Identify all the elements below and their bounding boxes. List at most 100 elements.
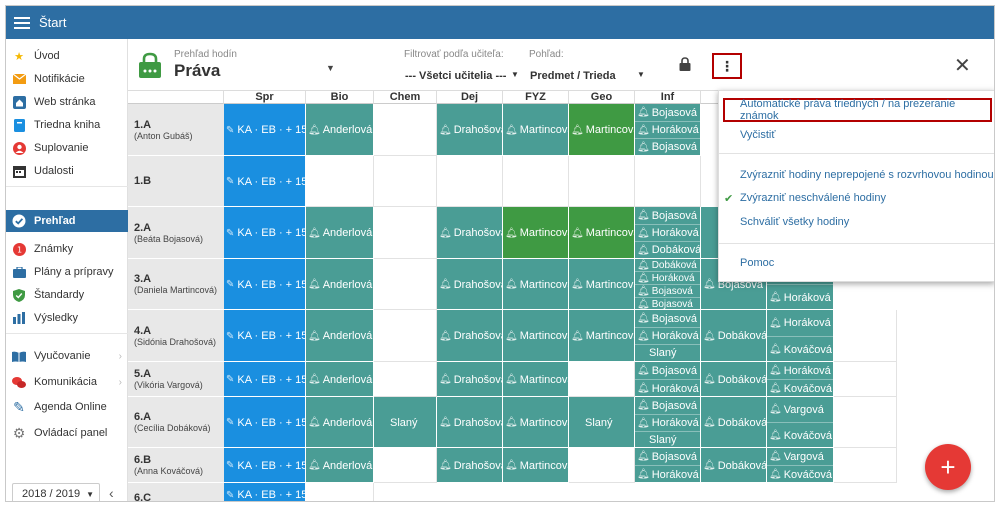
lesson-cell[interactable]: 🔔︎ Anderlová: [306, 362, 374, 397]
lesson-cell[interactable]: ✎ KA · EB · + 15: [224, 483, 306, 501]
lesson-cell[interactable]: 🔔︎ Anderlová: [306, 104, 374, 156]
close-icon[interactable]: ✕: [954, 53, 971, 78]
lesson-cell[interactable]: [374, 448, 437, 483]
lesson-cell[interactable]: [834, 397, 897, 448]
caret-down-icon[interactable]: ▼: [511, 70, 519, 79]
lesson-cell[interactable]: 🔔︎ Anderlová: [306, 310, 374, 362]
lesson-cell[interactable]: 🔔︎ Dobáková: [701, 397, 767, 448]
sidebar-item-agenda-online[interactable]: ✎ Agenda Online: [6, 396, 128, 418]
menu-icon[interactable]: [14, 16, 30, 29]
more-options-button[interactable]: ⋮: [712, 53, 742, 79]
lesson-cell[interactable]: 🔔︎ Martincová: [503, 104, 569, 156]
lesson-cell[interactable]: [834, 310, 897, 362]
sidebar-item-suplovanie[interactable]: Suplovanie: [6, 137, 128, 159]
lesson-cell[interactable]: 🔔︎ Bojasová 🔔︎ Horáková Slaný: [635, 310, 701, 362]
lesson-cell[interactable]: 🔔︎ Horáková 🔔︎ Kováčová: [767, 362, 834, 397]
menu-item-highlight-unlinked[interactable]: Zvýrazniť hodiny neprepojené s rozvrhovo…: [719, 165, 994, 185]
lesson-cell[interactable]: [635, 156, 701, 207]
lesson-cell[interactable]: 🔔︎ Martincová: [569, 104, 635, 156]
lock-icon[interactable]: [679, 57, 691, 71]
lesson-cell[interactable]: Slaný: [374, 397, 437, 448]
year-select[interactable]: 2018 / 2019 ▼: [12, 483, 100, 501]
sidebar-item-znamky[interactable]: 1 Známky: [6, 238, 128, 260]
lesson-cell[interactable]: [569, 448, 635, 483]
menu-item-highlight-unapproved[interactable]: ✔ Zvýrazniť neschválené hodiny: [719, 188, 994, 208]
lesson-cell[interactable]: 🔔︎ Drahošová: [437, 448, 503, 483]
lesson-cell[interactable]: 🔔︎ Martincová: [503, 448, 569, 483]
caret-down-icon[interactable]: ▼: [326, 63, 335, 73]
add-button[interactable]: +: [925, 444, 971, 490]
lesson-cell[interactable]: 🔔︎ Dobáková: [701, 310, 767, 362]
sidebar-item-prehlad[interactable]: Prehľad: [6, 210, 128, 232]
lesson-cell[interactable]: [834, 448, 897, 483]
lesson-cell[interactable]: [374, 104, 437, 156]
lesson-cell[interactable]: 🔔︎ Anderlová: [306, 207, 374, 259]
lesson-cell[interactable]: 🔔︎ Martincová: [503, 310, 569, 362]
lesson-cell[interactable]: [834, 362, 897, 397]
lesson-cell[interactable]: ✎ KA · EB · + 15: [224, 362, 306, 397]
lesson-cell[interactable]: 🔔︎ Martincová: [569, 207, 635, 259]
lesson-cell[interactable]: [374, 362, 437, 397]
lesson-cell[interactable]: ✎ KA · EB · + 15: [224, 448, 306, 483]
lesson-cell[interactable]: [374, 207, 437, 259]
sidebar-item-udalosti[interactable]: Udalosti: [6, 160, 128, 182]
lesson-cell[interactable]: 🔔︎ Anderlová: [306, 448, 374, 483]
menu-item-help[interactable]: Pomoc: [719, 253, 994, 273]
sidebar-item-plany[interactable]: Plány a prípravy: [6, 261, 128, 283]
lesson-cell[interactable]: ✎ KA · EB · + 15: [224, 397, 306, 448]
lesson-cell[interactable]: [437, 156, 503, 207]
lesson-cell[interactable]: [503, 156, 569, 207]
lesson-cell[interactable]: [569, 362, 635, 397]
lesson-cell[interactable]: 🔔︎ Drahošová: [437, 362, 503, 397]
lesson-cell[interactable]: 🔔︎ Anderlová: [306, 397, 374, 448]
lesson-cell[interactable]: [374, 259, 437, 310]
menu-item-approve-all[interactable]: Schváliť všetky hodiny: [719, 212, 994, 232]
lesson-cell[interactable]: 🔔︎ Vargová 🔔︎ Kováčová: [767, 397, 834, 448]
sidebar-item-komunikacia[interactable]: Komunikácia ›: [6, 371, 128, 393]
lesson-cell[interactable]: 🔔︎ Bojasová 🔔︎ Horáková Slaný: [635, 397, 701, 448]
lesson-cell[interactable]: 🔔︎ Drahošová: [437, 397, 503, 448]
menu-item-clear[interactable]: Vyčistiť: [719, 125, 994, 145]
sidebar-item-vyucovanie[interactable]: Vyučovanie ›: [6, 345, 128, 367]
lesson-cell[interactable]: [569, 156, 635, 207]
lesson-cell[interactable]: 🔔︎ Dobáková 🔔︎ Horáková 🔔︎ Bojasová 🔔︎ Bojas…: [635, 259, 701, 310]
menu-item-auto-rights[interactable]: Automatické práva triednych / na prezera…: [723, 98, 992, 122]
lesson-cell[interactable]: 🔔︎ Martincová: [503, 259, 569, 310]
lesson-cell[interactable]: 🔔︎ Drahošová: [437, 104, 503, 156]
lesson-cell[interactable]: 🔔︎ Martincová: [503, 397, 569, 448]
lesson-cell[interactable]: 🔔︎ Anderlová: [306, 259, 374, 310]
lesson-cell[interactable]: 🔔︎ Dobáková: [701, 362, 767, 397]
lesson-cell[interactable]: 🔔︎ Horáková 🔔︎ Kováčová: [767, 310, 834, 362]
collapse-sidebar-icon[interactable]: ‹: [109, 485, 114, 501]
sidebar-item-vysledky[interactable]: Výsledky: [6, 307, 128, 329]
lesson-cell[interactable]: 🔔︎ Bojasová 🔔︎ Horáková 🔔︎ Dobáková: [635, 207, 701, 259]
lesson-cell[interactable]: ✎ KA · EB · + 15: [224, 156, 306, 207]
lesson-cell[interactable]: 🔔︎ Drahošová: [437, 259, 503, 310]
sidebar-item-triedna-kniha[interactable]: Triedna kniha: [6, 114, 128, 136]
lesson-cell[interactable]: 🔔︎ Bojasová 🔔︎ Horáková: [635, 448, 701, 483]
lesson-cell[interactable]: 🔔︎ Vargová 🔔︎ Kováčová: [767, 448, 834, 483]
lesson-cell[interactable]: [306, 156, 374, 207]
sidebar-item-uvod[interactable]: ★ Úvod: [6, 45, 128, 67]
lesson-cell[interactable]: [306, 483, 374, 501]
lesson-cell[interactable]: 🔔︎ Bojasová 🔔︎ Horáková 🔔︎ Bojasová: [635, 104, 701, 156]
caret-down-icon[interactable]: ▼: [637, 70, 645, 79]
lesson-cell[interactable]: ✎ KA · EB · + 15: [224, 207, 306, 259]
lesson-cell[interactable]: 🔔︎ Dobáková: [701, 448, 767, 483]
lesson-cell[interactable]: ✎ KA · EB · + 15: [224, 259, 306, 310]
sidebar-item-standardy[interactable]: Štandardy: [6, 284, 128, 306]
filter-teacher-select[interactable]: --- Všetci učitelia ---: [405, 70, 506, 82]
lesson-cell[interactable]: 🔔︎ Martincová: [503, 207, 569, 259]
lesson-cell[interactable]: 🔔︎ Drahošová: [437, 207, 503, 259]
view-select[interactable]: Predmet / Trieda: [530, 70, 616, 82]
lesson-cell[interactable]: 🔔︎ Drahošová: [437, 310, 503, 362]
lesson-cell[interactable]: ✎ KA · EB · + 15: [224, 104, 306, 156]
lesson-cell[interactable]: [374, 156, 437, 207]
sidebar-item-ovladaci-panel[interactable]: ⚙ Ovládací panel: [6, 422, 128, 444]
page-title[interactable]: Práva: [174, 61, 220, 81]
lesson-cell[interactable]: Slaný: [569, 397, 635, 448]
lesson-cell[interactable]: 🔔︎ Martincová: [569, 259, 635, 310]
lesson-cell[interactable]: 🔔︎ Martincová: [569, 310, 635, 362]
lesson-cell[interactable]: 🔔︎ Martincová: [503, 362, 569, 397]
sidebar-item-notifikacie[interactable]: Notifikácie: [6, 68, 128, 90]
